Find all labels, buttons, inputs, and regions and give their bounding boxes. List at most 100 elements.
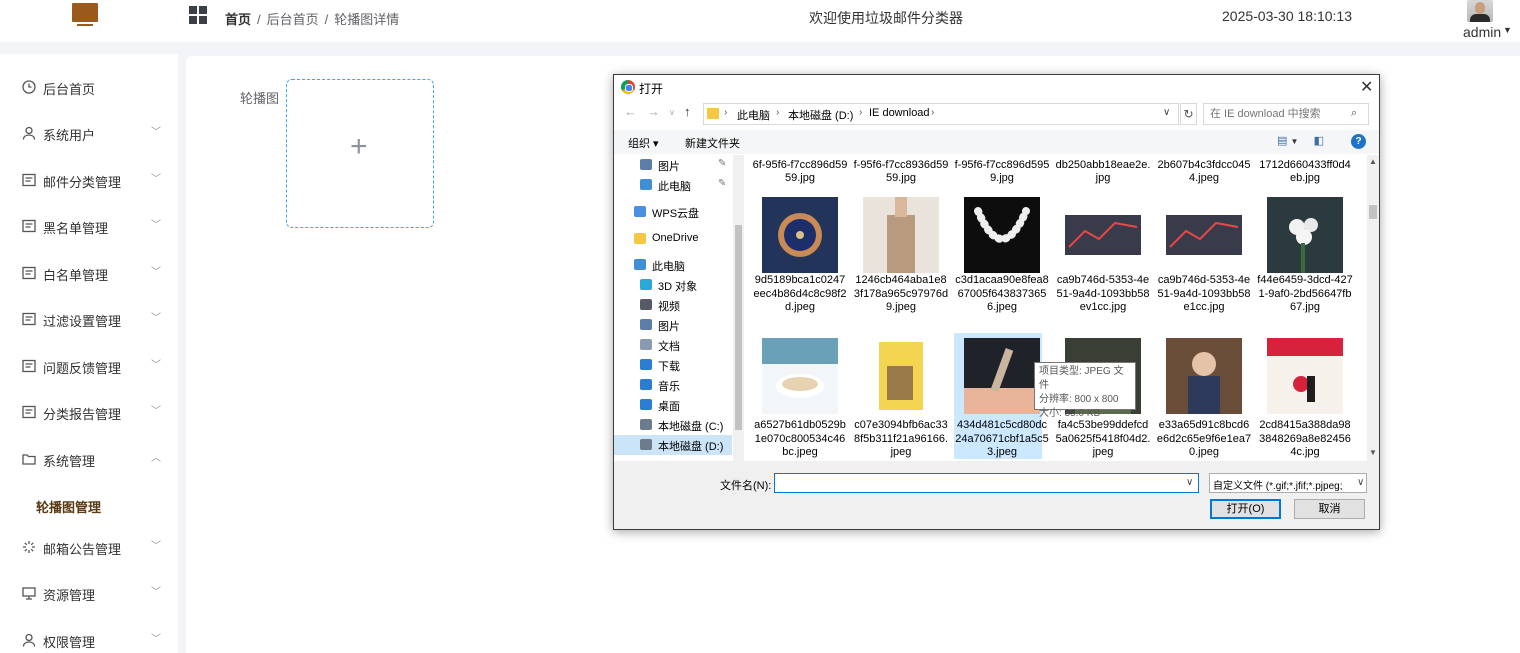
user-icon (22, 126, 36, 140)
refresh-icon[interactable]: ↻ (1180, 103, 1197, 125)
scroll-up-icon[interactable]: ▲ (1369, 157, 1377, 166)
nav-item-11[interactable]: 桌面 (614, 395, 732, 415)
up-arrow-icon[interactable]: ↑ (684, 104, 691, 119)
nav-item-10[interactable]: 音乐 (614, 375, 732, 395)
sidebar-item-7[interactable]: 分类报告管理 ﹀ (0, 392, 178, 432)
sidebar-item-0[interactable]: 后台首页 (0, 67, 178, 107)
file-item[interactable]: 771e77ef-c91c-469f-95f6-f7cc896d5959.jpg (954, 155, 1050, 189)
preview-pane-icon[interactable]: ◧ (1314, 135, 1324, 147)
sidebar-item-3[interactable]: 黑名单管理 ﹀ (0, 206, 178, 246)
nav-item-1[interactable]: 此电脑 ✎ (614, 175, 732, 195)
address-dropdown-icon[interactable]: ∨ (1163, 107, 1170, 118)
file-item[interactable]: a6527b61db0529b1e070c800534c46bc.jpeg (752, 333, 846, 459)
sidebar-item-11[interactable]: 权限管理 ﹀ (0, 620, 178, 653)
nav-item-5[interactable]: 3D 对象 (614, 275, 732, 295)
nav-item-4[interactable]: 此电脑 (614, 255, 732, 275)
nav-item-7[interactable]: 图片 (614, 315, 732, 335)
chevron-down-icon: ﹀ (151, 220, 161, 231)
nav-item-3[interactable]: OneDrive (614, 229, 732, 249)
sidebar-item-5[interactable]: 过滤设置管理 ﹀ (0, 299, 178, 339)
menu-toggle-icon[interactable] (189, 6, 207, 24)
folder-icon (640, 279, 652, 290)
file-item[interactable]: 771e77ef-c91c-4696f-95f6-f7cc896d5959.jp… (752, 155, 848, 189)
navigation-pane: 图片 ✎ 此电脑 ✎ WPS云盘 OneDrive 此电脑 3D 对象视频图片文档 下载 音乐 桌面… (614, 155, 744, 461)
search-box[interactable]: ⌕ (1203, 103, 1369, 125)
command-bar: 组织 ▾ 新建文件夹 ▤ ▼ ◧ ? (614, 130, 1379, 154)
sidebar-item-1[interactable]: 系统用户 ﹀ (0, 113, 178, 153)
address-bar[interactable]: › 此电脑 › 本地磁盘 (D:) › IE download › ∨ (703, 103, 1179, 125)
nav-item-9[interactable]: 下载 (614, 355, 732, 375)
caret-down-icon[interactable]: ▼ (1503, 25, 1512, 35)
file-thumbnail (762, 338, 838, 414)
breadcrumb-dashboard[interactable]: 后台首页 (267, 12, 319, 27)
pin-icon: ✎ (718, 178, 727, 189)
filename-input[interactable] (778, 475, 1178, 491)
user-name[interactable]: admin (1463, 24, 1501, 40)
view-options[interactable]: ▤ ▼ ◧ (1277, 134, 1324, 147)
file-item[interactable]: ca9b746d-5353-4e51-9a4d-1093bb58e1cc.jpg (1156, 192, 1250, 318)
file-item[interactable]: c07e3094bfb6ac338f5b311f21a96166.jpeg (853, 333, 948, 459)
close-icon[interactable]: ✕ (1360, 77, 1373, 97)
file-list-scrollbar[interactable]: ▲ ▼ (1367, 155, 1379, 461)
sidebar-item-2[interactable]: 邮件分类管理 ﹀ (0, 160, 178, 200)
file-item[interactable]: ca9b746d-5353-4e51-9a4d-1093bb58ev1cc.jp… (1055, 192, 1149, 318)
sidebar-item-4[interactable]: 白名单管理 ﹀ (0, 253, 178, 293)
sidebar-item-10[interactable]: 资源管理 ﹀ (0, 573, 178, 613)
sidebar-item-8[interactable]: 系统管理 ︿ (0, 439, 178, 479)
search-input[interactable] (1210, 105, 1352, 123)
nav-item-0[interactable]: 图片 ✎ (614, 155, 732, 175)
filename-dropdown-icon[interactable]: ∨ (1186, 477, 1193, 488)
open-button[interactable]: 打开(O) (1210, 499, 1281, 519)
help-icon[interactable]: ? (1351, 134, 1366, 149)
file-name: b0815e0d4fc8fc03fdb250abb18eae2e.jpg (1055, 155, 1151, 184)
file-item[interactable]: b0815e0d4fc8fc03fdb250abb18eae2e.jpg (1055, 155, 1151, 189)
nav-item-label: 图片 (658, 321, 680, 333)
breadcrumb-home[interactable]: 首页 (225, 12, 251, 27)
sidebar-item-9[interactable]: 邮箱公告管理 ﹀ (0, 527, 178, 567)
new-folder-button[interactable]: 新建文件夹 (685, 135, 740, 151)
chevron-down-icon[interactable]: ▼ (1290, 137, 1298, 146)
file-item[interactable]: 2cd8415a388da983848269a8e824564c.jpg (1257, 333, 1351, 459)
folder-icon (640, 179, 652, 190)
address-ie-download[interactable]: IE download (869, 107, 930, 119)
file-item[interactable]: c3d1acaa90e8fea867005f6438373656.jpeg (954, 192, 1049, 318)
view-icon[interactable]: ▤ (1277, 135, 1287, 147)
scroll-down-icon[interactable]: ▼ (1369, 448, 1377, 457)
filename-field[interactable]: ∨ (774, 473, 1199, 493)
nav-item-6[interactable]: 视频 (614, 295, 732, 315)
back-arrow-icon[interactable]: ← (624, 104, 637, 119)
forward-arrow-icon[interactable]: → (647, 104, 660, 119)
nav-item-13[interactable]: 本地磁盘 (D:) (614, 435, 732, 455)
avatar[interactable] (1467, 0, 1493, 22)
recent-dropdown-icon[interactable]: ∨ (669, 108, 675, 117)
nav-item-12[interactable]: 本地磁盘 (C:) (614, 415, 732, 435)
file-item[interactable]: f44e6459-3dcd-4271-9af0-2bd56647fb67.jpg (1257, 192, 1353, 318)
navigation-scrollbar[interactable] (733, 155, 744, 461)
file-item[interactable]: 434d481c5cd80dc24a70671cbf1a5c53.jpeg (954, 333, 1049, 459)
filename-label: 文件名(N): (720, 480, 772, 492)
file-item[interactable]: 1171a0162464c502b607b4c3fdcc0454.jpeg (1156, 155, 1251, 189)
list-icon (22, 266, 36, 280)
file-item[interactable]: 1246cb464aba1e83f178a965c97976d9.jpeg (853, 192, 948, 318)
filter-dropdown-icon[interactable]: ∨ (1355, 477, 1365, 488)
breadcrumb-current: 轮播图详情 (334, 12, 400, 27)
organize-button[interactable]: 组织 ▾ (628, 135, 659, 151)
file-item[interactable]: 20a2ce1102a6d721712d660433ff0d4eb.jpg (1257, 155, 1351, 189)
open-file-dialog: 打开 ✕ ← → ∨ ↑ › 此电脑 › 本地磁盘 (D:) › IE down… (613, 74, 1380, 530)
address-this-pc[interactable]: 此电脑 (737, 107, 770, 123)
file-type-filter[interactable]: 自定义文件 (*.gif;*.jfif;*.pjpeg; ∨ (1209, 473, 1367, 493)
nav-item-8[interactable]: 文档 (614, 335, 732, 355)
file-item[interactable]: 771e77ef-c91c-469f-95f6-f7cc8936d5959.jp… (853, 155, 949, 189)
cancel-button[interactable]: 取消 (1294, 499, 1365, 519)
sidebar-item-6[interactable]: 问题反馈管理 ﹀ (0, 346, 178, 386)
search-icon: ⌕ (1351, 107, 1358, 119)
nav-item-2[interactable]: WPS云盘 (614, 202, 732, 222)
nav-item-label: 视频 (658, 301, 680, 313)
file-thumbnail (1166, 338, 1242, 414)
file-item[interactable]: e33a65d91c8bcd6e6d2c65e9f6e1ea70.jpeg (1156, 333, 1251, 459)
address-drive-d[interactable]: 本地磁盘 (D:) (788, 107, 853, 123)
file-item[interactable]: 9d5189bca1c0247eec4b86d4c8c98f2d.jpeg (752, 192, 846, 318)
file-name: ca9b746d-5353-4e51-9a4d-1093bb58ev1cc.jp… (1056, 274, 1150, 313)
image-uploader[interactable]: + (286, 79, 434, 228)
sidebar-subitem-carousel[interactable]: 轮播图管理 (3, 485, 178, 523)
